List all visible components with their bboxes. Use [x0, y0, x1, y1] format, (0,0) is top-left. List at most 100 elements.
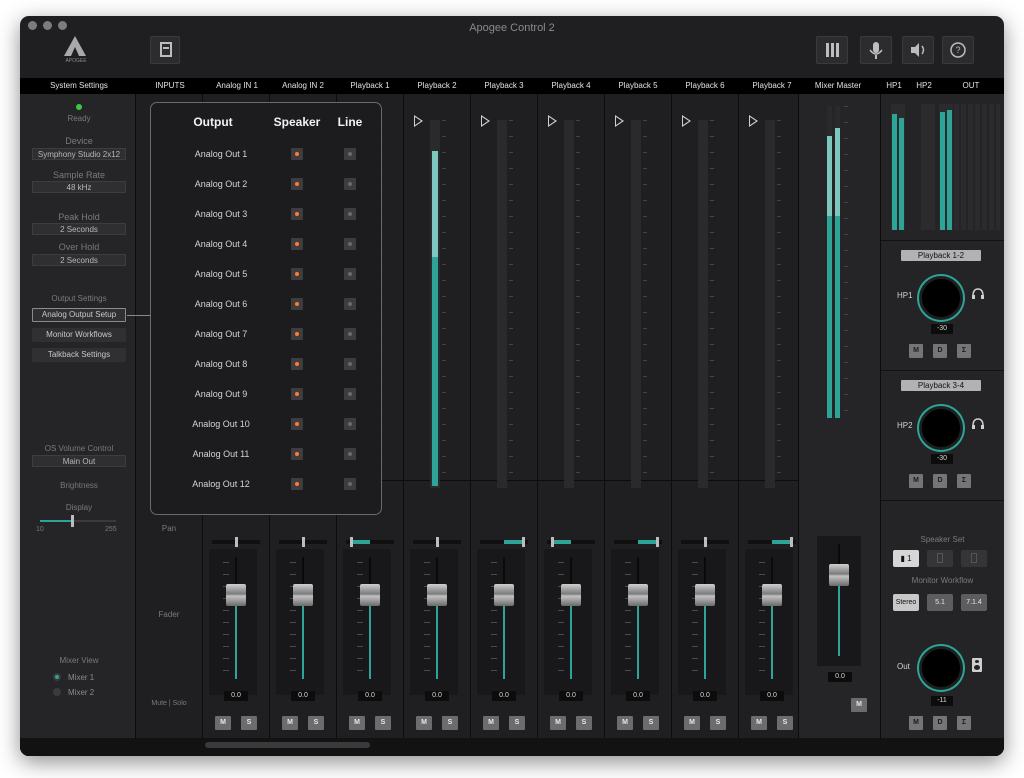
hp1-dim-button[interactable]: D	[933, 344, 947, 358]
out-mute-button[interactable]: M	[909, 716, 923, 730]
pan-handle[interactable]	[302, 537, 305, 547]
hp1-mute-button[interactable]: M	[909, 344, 923, 358]
line-toggle[interactable]	[344, 478, 356, 490]
mute-button[interactable]: M	[483, 716, 499, 730]
line-toggle[interactable]	[344, 298, 356, 310]
line-toggle[interactable]	[344, 388, 356, 400]
device-select[interactable]: Symphony Studio 2x12	[32, 148, 126, 160]
fader-knob[interactable]	[494, 584, 514, 606]
fader-track[interactable]	[745, 549, 793, 695]
hp1-source-select[interactable]: Playback 1-2	[901, 250, 981, 261]
solo-button[interactable]: S	[710, 716, 726, 730]
speaker-toggle[interactable]	[291, 478, 303, 490]
speaker-toggle[interactable]	[291, 448, 303, 460]
line-toggle[interactable]	[344, 178, 356, 190]
fader-track[interactable]	[343, 549, 391, 695]
horizontal-scrollbar[interactable]	[205, 742, 370, 748]
fader-knob[interactable]	[628, 584, 648, 606]
brightness-slider-thumb[interactable]	[71, 515, 74, 527]
pan-slider[interactable]	[614, 540, 662, 544]
pan-handle[interactable]	[656, 537, 660, 547]
line-toggle[interactable]	[344, 448, 356, 460]
fader-track[interactable]	[611, 549, 659, 695]
hp2-source-select[interactable]: Playback 3-4	[901, 380, 981, 391]
fader-track[interactable]	[544, 549, 592, 695]
os-volume-select[interactable]: Main Out	[32, 455, 126, 467]
mute-button[interactable]: M	[550, 716, 566, 730]
fader-track[interactable]	[678, 549, 726, 695]
hp2-sum-button[interactable]: Σ	[957, 474, 971, 488]
meters-button[interactable]	[816, 36, 848, 64]
line-toggle[interactable]	[344, 148, 356, 160]
talkback-button[interactable]	[860, 36, 892, 64]
pan-handle[interactable]	[235, 537, 238, 547]
pan-slider[interactable]	[748, 540, 796, 544]
mute-button[interactable]: M	[215, 716, 231, 730]
hp2-dim-button[interactable]: D	[933, 474, 947, 488]
speaker-toggle[interactable]	[291, 178, 303, 190]
speaker-set-3-button[interactable]	[961, 550, 987, 567]
mixer-2-radio[interactable]	[53, 688, 61, 696]
solo-button[interactable]: S	[643, 716, 659, 730]
pan-slider[interactable]	[547, 540, 595, 544]
mute-button[interactable]: M	[349, 716, 365, 730]
out-dim-button[interactable]: D	[933, 716, 947, 730]
pan-handle[interactable]	[704, 537, 707, 547]
fader-knob[interactable]	[762, 584, 782, 606]
mute-button[interactable]: M	[684, 716, 700, 730]
solo-button[interactable]: S	[509, 716, 525, 730]
speaker-set-1-button[interactable]: ▮ 1	[893, 550, 919, 567]
speaker-toggle[interactable]	[291, 418, 303, 430]
speaker-toggle[interactable]	[291, 298, 303, 310]
line-toggle[interactable]	[344, 418, 356, 430]
solo-button[interactable]: S	[777, 716, 793, 730]
fader-knob[interactable]	[360, 584, 380, 606]
sidebar-toggle-button[interactable]	[150, 36, 180, 64]
line-toggle[interactable]	[344, 328, 356, 340]
fader-knob[interactable]	[226, 584, 246, 606]
pan-handle[interactable]	[790, 537, 794, 547]
pan-handle[interactable]	[550, 537, 554, 547]
pan-slider[interactable]	[480, 540, 528, 544]
pan-slider[interactable]	[346, 540, 394, 544]
speaker-toggle[interactable]	[291, 148, 303, 160]
hp2-mute-button[interactable]: M	[909, 474, 923, 488]
help-button[interactable]: ?	[942, 36, 974, 64]
workflow-7-1-4-button[interactable]: 7.1.4	[961, 594, 987, 611]
out-volume-knob[interactable]	[919, 646, 963, 690]
solo-button[interactable]: S	[442, 716, 458, 730]
solo-button[interactable]: S	[576, 716, 592, 730]
speaker-toggle[interactable]	[291, 328, 303, 340]
mixer-1-radio[interactable]	[53, 673, 61, 681]
pan-handle[interactable]	[522, 537, 526, 547]
line-toggle[interactable]	[344, 208, 356, 220]
speaker-toggle[interactable]	[291, 268, 303, 280]
hp2-volume-knob[interactable]	[919, 406, 963, 450]
fader-knob[interactable]	[293, 584, 313, 606]
play-icon[interactable]	[548, 115, 557, 127]
mute-button[interactable]: M	[617, 716, 633, 730]
peak-hold-select[interactable]: 2 Seconds	[32, 223, 126, 235]
fader-knob[interactable]	[427, 584, 447, 606]
brightness-slider-track[interactable]	[40, 515, 116, 527]
pan-handle[interactable]	[436, 537, 439, 547]
speaker-toggle[interactable]	[291, 238, 303, 250]
pan-handle[interactable]	[349, 537, 353, 547]
line-toggle[interactable]	[344, 268, 356, 280]
analog-output-setup-button[interactable]: Analog Output Setup	[32, 308, 126, 322]
line-toggle[interactable]	[344, 358, 356, 370]
solo-button[interactable]: S	[308, 716, 324, 730]
speaker-set-2-button[interactable]	[927, 550, 953, 567]
speaker-toggle[interactable]	[291, 358, 303, 370]
workflow-stereo-button[interactable]: Stereo	[893, 594, 919, 611]
hp1-sum-button[interactable]: Σ	[957, 344, 971, 358]
mute-button[interactable]: M	[416, 716, 432, 730]
sample-rate-select[interactable]: 48 kHz	[32, 181, 126, 193]
mute-button[interactable]: M	[751, 716, 767, 730]
talkback-settings-button[interactable]: Talkback Settings	[32, 348, 126, 362]
master-fader-track[interactable]	[817, 536, 861, 666]
workflow-5-1-button[interactable]: 5.1	[927, 594, 953, 611]
line-toggle[interactable]	[344, 238, 356, 250]
solo-button[interactable]: S	[241, 716, 257, 730]
monitor-workflows-button[interactable]: Monitor Workflows	[32, 328, 126, 342]
